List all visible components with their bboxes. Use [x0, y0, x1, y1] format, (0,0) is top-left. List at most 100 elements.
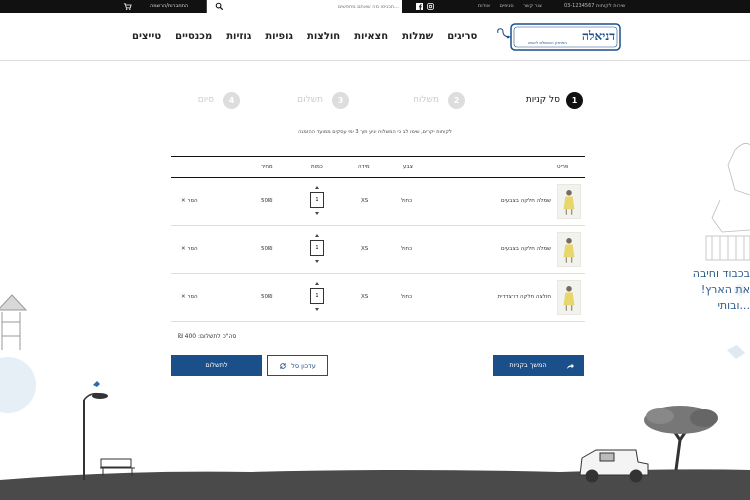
branches-link[interactable]: סניפים [500, 3, 514, 9]
continue-shopping-button[interactable]: המשך בקניות [493, 355, 584, 376]
update-cart-label: עדכון סל [291, 362, 316, 370]
product-price: 50₪ [261, 294, 272, 300]
remove-item-button[interactable]: ✕ הסר [181, 198, 198, 204]
facebook-icon[interactable] [416, 3, 423, 10]
top-bar: התחברות/הרשמה צור קשר סניפים אודות 03-12… [0, 0, 750, 13]
street-lamp-illustration [83, 381, 108, 480]
qty-down-arrow-icon[interactable] [315, 308, 319, 311]
instagram-icon[interactable] [427, 3, 434, 10]
logo-text: דניאלה [582, 29, 615, 43]
top-links: צור קשר סניפים אודות [470, 3, 542, 9]
search-input[interactable] [229, 1, 399, 12]
nav-crops[interactable]: גוזיות [226, 31, 251, 42]
side-slogan: בכבוד וחיבה את הארץ! ...ובותי [683, 266, 750, 314]
step-number: 4 [223, 92, 240, 109]
step-number: 3 [332, 92, 349, 109]
col-price: מחיר [261, 164, 273, 170]
table-row: שמלה חלקה בצבעים כחול XS 50₪ ✕ הסר [171, 226, 585, 274]
step-payment[interactable]: תשלום 3 [293, 90, 350, 110]
qty-down-arrow-icon[interactable] [315, 212, 319, 215]
share-arrow-icon [566, 363, 574, 370]
cart-icon[interactable] [123, 2, 132, 11]
product-name[interactable]: שמלה חלקה בצבעים [471, 246, 551, 252]
main-nav: סריגים שמלות חצאיות חולצות גופיות גוזיות מכנסי… [118, 31, 477, 42]
slogan-line-2: את הארץ! [700, 283, 750, 296]
nav-pants[interactable]: מכנסיים [175, 31, 212, 42]
quantity-input[interactable] [310, 288, 324, 304]
product-thumbnail[interactable] [557, 280, 581, 315]
nav-sweaters[interactable]: סריגים [447, 31, 477, 42]
quantity-input[interactable] [310, 192, 324, 208]
nav-shirts[interactable]: חולצות [307, 31, 340, 42]
search-icon[interactable] [215, 2, 224, 11]
checkout-button[interactable]: לתשלום [171, 355, 262, 376]
product-price: 50₪ [261, 198, 272, 204]
product-color: כחול [401, 246, 413, 252]
quantity-stepper [310, 282, 324, 311]
qty-up-arrow-icon[interactable] [315, 234, 319, 237]
qty-up-arrow-icon[interactable] [315, 186, 319, 189]
product-thumbnail[interactable] [557, 184, 581, 219]
about-link[interactable]: צור קשר [523, 3, 542, 9]
total-currency: ₪ [178, 333, 183, 340]
product-name[interactable]: שמלה חלקה בצבעים [471, 198, 551, 204]
step-label: תשלום [297, 95, 323, 105]
qty-up-arrow-icon[interactable] [315, 282, 319, 285]
contact-link[interactable]: אודות [478, 3, 490, 9]
update-cart-button[interactable]: עדכון סל [267, 355, 328, 376]
cart-total: סה"כ לתשלום: 400 ₪ [178, 333, 236, 340]
remove-item-button[interactable]: ✕ הסר [181, 294, 198, 300]
product-color: כחול [401, 198, 413, 204]
quantity-input[interactable] [310, 240, 324, 256]
watchtower-illustration [0, 294, 28, 350]
login-link[interactable]: התחברות/הרשמה [150, 3, 188, 9]
slogan-line-1: בכבוד וחיבה [692, 267, 750, 280]
price-currency: ₪ [268, 198, 273, 204]
table-header: פריט צבע מידה כמות מחיר [171, 156, 585, 178]
col-size: מידה [358, 164, 370, 170]
quantity-stepper [310, 234, 324, 263]
quantity-stepper [310, 186, 324, 215]
col-color: צבע [403, 164, 413, 170]
nav-skirts[interactable]: חצאיות [354, 31, 388, 42]
total-label: סה"כ לתשלום: [198, 333, 237, 340]
table-row: שמלה חלקה בצבעים כחול XS 50₪ ✕ הסר [171, 178, 585, 226]
nav-leggings[interactable]: טייצים [132, 31, 161, 42]
price-value: 50 [261, 294, 268, 300]
refresh-icon [280, 363, 287, 369]
product-size: XS [361, 294, 369, 300]
step-number: 2 [448, 92, 465, 109]
nav-tanktops[interactable]: גופיות [265, 31, 293, 42]
sketch-illustration [705, 142, 750, 261]
checkout-steps: סל קניות 1 משלוח 2 תשלום 3 סיום 4 [0, 90, 750, 110]
logo[interactable]: דניאלה הפתרון המושלם לאשה [497, 22, 622, 52]
price-currency: ₪ [268, 246, 273, 252]
product-thumbnail[interactable] [557, 232, 581, 267]
qty-down-arrow-icon[interactable] [315, 260, 319, 263]
col-qty: כמות [311, 164, 323, 170]
continue-shopping-label: המשך בקניות [509, 361, 547, 369]
price-value: 50 [261, 246, 268, 252]
product-color: כחול [401, 294, 413, 300]
step-label: משלוח [413, 95, 439, 105]
phone-number: 03-1234567 שירות לקוחות [564, 3, 626, 9]
product-size: XS [361, 246, 369, 252]
product-size: XS [361, 198, 369, 204]
step-number: 1 [566, 92, 583, 109]
slogan-line-3: ...ובותי [717, 299, 750, 312]
product-name[interactable]: חולצה חלקה דו־צדדית [471, 294, 551, 300]
bench-illustration [100, 458, 135, 476]
shipping-notice: לקוחות יקרים, שימו לב כי המשלוח יגיע תוך… [298, 129, 452, 135]
col-product: פריט [557, 164, 569, 170]
logo-subtitle: הפתרון המושלם לאשה [528, 40, 568, 45]
site-header: סריגים שמלות חצאיות חולצות גופיות גוזיות מכנסי… [0, 13, 750, 61]
nav-dresses[interactable]: שמלות [402, 31, 433, 42]
cart-table: פריט צבע מידה כמות מחיר שמלה חלקה בצבעים… [171, 156, 585, 322]
total-value: 400 [184, 333, 197, 340]
step-cart[interactable]: סל קניות 1 [520, 90, 586, 110]
price-value: 50 [261, 198, 268, 204]
step-shipping[interactable]: משלוח 2 [408, 90, 466, 110]
price-currency: ₪ [268, 294, 273, 300]
step-done[interactable]: סיום 4 [195, 90, 241, 110]
remove-item-button[interactable]: ✕ הסר [181, 246, 198, 252]
